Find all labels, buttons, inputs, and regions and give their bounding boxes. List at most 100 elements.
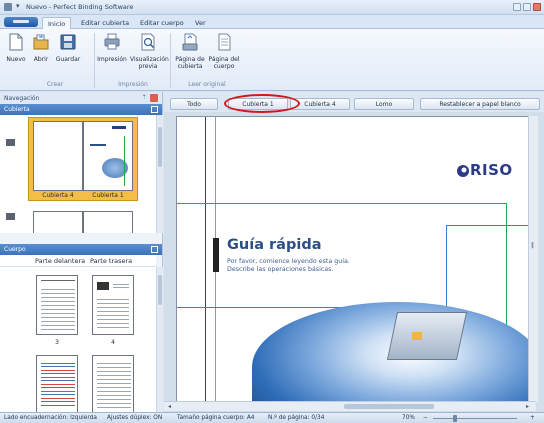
tab-inicio[interactable]: Inicio — [42, 17, 72, 29]
cover-scrollbar[interactable] — [156, 115, 163, 233]
book-icon — [6, 139, 15, 146]
zoom-level: 70% — [402, 415, 415, 421]
close-pane-icon[interactable] — [150, 94, 158, 102]
open-button-label: Abrir — [33, 56, 49, 63]
cover-page-button[interactable]: Página de cubierta — [173, 33, 207, 70]
document-preview: RISO Guía rápida Por favor, comience ley… — [176, 116, 536, 402]
spine-line — [205, 117, 206, 401]
book-icon — [6, 213, 15, 220]
quick-access-dropdown-icon[interactable]: ▾ — [16, 2, 20, 10]
new-button[interactable]: Nuevo — [4, 33, 28, 63]
preview-horizontal-scrollbar[interactable]: ◂ ▸ — [164, 401, 536, 411]
navigation-pane: Navegación ᛘ Cubierta Cubierta 4 Cubiert… — [0, 92, 163, 412]
cover-section-header[interactable]: Cubierta — [0, 104, 162, 115]
page4-number: 4 — [111, 339, 115, 346]
page3-thumbnail[interactable] — [36, 275, 78, 335]
scan-cover-icon — [182, 33, 198, 51]
application-menu-button[interactable] — [4, 17, 38, 27]
back-side-label: Parte trasera — [90, 257, 133, 265]
cover-page-label-line2: cubierta — [177, 63, 203, 70]
new-document-icon — [9, 33, 23, 51]
page-size-status: Tamaño página cuerpo: A4 — [177, 415, 255, 421]
tab-editar-cubierta[interactable]: Editar cubierta — [76, 17, 134, 29]
scan-body-icon — [218, 33, 231, 51]
zoom-slider-handle[interactable] — [453, 415, 457, 422]
cover4-label: Cubierta 4 — [42, 192, 74, 199]
minimize-button[interactable] — [513, 3, 521, 11]
main-canvas: Todo Cubierta 1 Cubierta 4 Lomo Restable… — [164, 92, 544, 412]
status-bar: Lado encuadernación: Izquierda Ajustes d… — [0, 412, 544, 423]
page3-number: 3 — [55, 339, 59, 346]
zoom-out-button[interactable]: − — [423, 415, 428, 421]
collapse-icon[interactable] — [151, 246, 158, 253]
guide-title: Guía rápida — [227, 237, 322, 253]
guide-subtitle-line1: Por favor, comience leyendo esta guía. — [227, 258, 350, 265]
preview-button[interactable]: Visualización previa — [130, 33, 169, 70]
cover1-thumbnail[interactable] — [83, 121, 133, 191]
body-page-label-line1: Página del — [208, 56, 240, 63]
window-title: Nuevo - Perfect Binding Software — [26, 3, 134, 11]
preview-magnifier-icon — [141, 33, 155, 51]
guide-line — [177, 203, 507, 204]
cover-thumbnails: Cubierta 4 Cubierta 1 — [0, 115, 156, 233]
group-label-crear: Crear — [46, 81, 64, 88]
front-side-label: Parte delantera — [35, 257, 86, 265]
guide-subtitle-line2: Describe las operaciones básicas. — [227, 266, 334, 273]
print-button-label: Impresión — [97, 56, 127, 63]
zoom-slider[interactable] — [433, 415, 517, 422]
save-disk-icon — [60, 34, 76, 50]
reset-white-paper-button[interactable]: Restablecer a papel blanco — [420, 98, 540, 110]
preview-label-line2: previa — [138, 63, 158, 70]
preview-vertical-scrollbar[interactable]: ‖ — [528, 116, 538, 402]
tab-lomo[interactable]: Lomo — [354, 98, 414, 110]
save-button[interactable]: Guardar — [53, 33, 83, 63]
print-button[interactable]: Impresión — [96, 33, 128, 63]
cover1-label: Cubierta 1 — [92, 192, 124, 199]
close-button[interactable] — [533, 3, 541, 11]
guide-line — [446, 225, 535, 226]
save-button-label: Guardar — [55, 56, 81, 63]
printer-illustration — [386, 312, 468, 360]
page5-thumbnail[interactable] — [36, 355, 78, 412]
tab-ver[interactable]: Ver — [190, 17, 211, 29]
cover-thumbnail-next[interactable] — [33, 211, 83, 233]
page6-thumbnail[interactable] — [92, 355, 134, 412]
maximize-button[interactable] — [523, 3, 531, 11]
body-thumbnails: 3 4 — [0, 267, 156, 412]
riso-brand: RISO — [470, 161, 513, 179]
annotation-highlight-ring — [224, 94, 300, 113]
ribbon-separator — [94, 33, 95, 88]
page4-thumbnail[interactable] — [92, 275, 134, 335]
printer-icon — [104, 33, 120, 50]
open-folder-icon — [33, 34, 49, 50]
duplex-status: Ajustes dúplex: ON — [107, 415, 163, 421]
navigation-title: Navegación — [4, 95, 40, 102]
preview-label-line1: Visualización — [130, 56, 169, 63]
cover-thumbnail-next[interactable] — [83, 211, 133, 233]
page-count-status: N.º de página: 0/34 — [268, 415, 325, 421]
new-button-label: Nuevo — [6, 56, 26, 63]
collapse-icon[interactable] — [151, 106, 158, 113]
page-selector-bar: Todo Cubierta 1 Cubierta 4 Lomo Restable… — [164, 92, 544, 113]
body-page-button[interactable]: Página del cuerpo — [207, 33, 241, 70]
body-section-title: Cuerpo — [4, 246, 26, 253]
title-accent-bar — [213, 238, 219, 272]
tab-todo[interactable]: Todo — [170, 98, 218, 110]
body-page-label-line2: cuerpo — [213, 63, 235, 70]
pin-icon[interactable]: ᛘ — [142, 94, 146, 101]
app-menu-icon[interactable] — [4, 3, 12, 11]
binding-side-status: Lado encuadernación: Izquierda — [4, 415, 97, 421]
tab-editar-cuerpo[interactable]: Editar cuerpo — [135, 17, 189, 29]
title-bar: ▾ Nuevo - Perfect Binding Software — [0, 0, 544, 15]
group-label-impresion: Impresión — [118, 81, 148, 88]
group-label-leer-original: Leer original — [188, 81, 226, 88]
zoom-in-button[interactable]: + — [530, 415, 535, 421]
cover4-thumbnail[interactable] — [33, 121, 83, 191]
cover-page-label-line1: Página de — [175, 56, 205, 63]
navigation-header: Navegación ᛘ — [0, 92, 162, 104]
riso-logo-icon — [457, 165, 469, 177]
open-button[interactable]: Abrir — [30, 33, 52, 63]
ribbon: Nuevo Abrir Guardar Impresión Visualizac… — [0, 29, 544, 91]
body-scrollbar[interactable] — [156, 267, 163, 412]
body-section-header[interactable]: Cuerpo — [0, 244, 162, 255]
